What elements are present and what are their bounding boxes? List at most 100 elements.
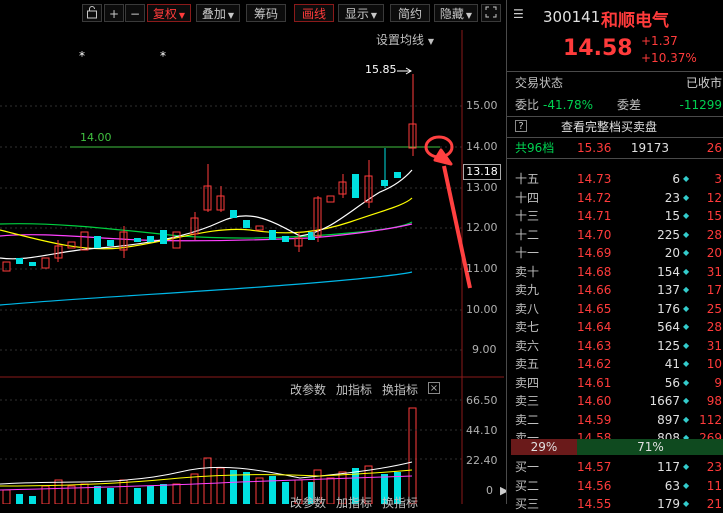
ask-row[interactable]: 卖三 14.60 1667 ◆ 98 <box>507 392 723 410</box>
ask-row-price: 14.68 <box>577 264 612 279</box>
expand-icon[interactable] <box>481 4 501 22</box>
diamond-icon: ◆ <box>683 322 690 331</box>
bid-row[interactable]: 买二 14.56 63 ◆ 11 <box>507 477 723 495</box>
chouma-button[interactable]: 筹码 <box>246 4 286 22</box>
chevron-down-icon: ▼ <box>227 11 235 20</box>
ask-row-volume: 41 <box>664 357 680 371</box>
change-params-button[interactable]: 改参数 <box>290 381 326 398</box>
ask-row-label: 卖九 <box>515 283 540 297</box>
ask-row-volume: 176 <box>657 301 680 316</box>
zoom-in-button[interactable]: + <box>104 4 124 22</box>
switch-indicator-button-2[interactable]: 换指标 <box>382 494 418 511</box>
set-ma-button[interactable]: 设置均线 ▼ <box>376 31 434 48</box>
set-ma-label: 设置均线 <box>376 33 425 47</box>
ask-row[interactable]: 卖七 14.64 564 ◆ 28 <box>507 318 723 336</box>
ask-row-volume: 897 <box>657 412 680 427</box>
close-icon[interactable]: × <box>428 382 440 394</box>
axis-tick: 9.00 <box>472 343 497 356</box>
ask-row-label: 卖十 <box>515 264 540 279</box>
sub-grid-lines <box>0 399 462 431</box>
ask-row-price: 14.66 <box>577 283 612 297</box>
ask-row[interactable]: 卖六 14.63 125 ◆ 31 <box>507 337 723 355</box>
current-price-tag: 13.18 <box>463 164 501 180</box>
status-row: 交易状态 已收市 <box>507 74 723 92</box>
ask-row-label: 十四 <box>515 190 540 205</box>
axis-tick: 14.00 <box>466 140 498 153</box>
axis-tick: 12.00 <box>466 221 498 234</box>
ask-ratio-bar: 71% <box>577 439 723 455</box>
ma-long-line <box>0 271 413 306</box>
fuquan-dropdown[interactable]: 复权 ▼ <box>147 4 191 22</box>
bid-row[interactable]: 买一 14.57 117 ◆ 23 <box>507 458 723 476</box>
weicha-label: 委差 <box>617 98 642 112</box>
ask-row[interactable]: 卖四 14.61 56 ◆ 9 <box>507 374 723 392</box>
add-indicator-button-2[interactable]: 加指标 <box>336 494 372 511</box>
ask-row-price: 14.70 <box>577 227 612 242</box>
ask-row[interactable]: 十三 14.71 15 ◆ 15 <box>507 207 723 225</box>
total-vol: 19173 <box>630 141 669 155</box>
ask-row-price: 14.73 <box>577 172 612 186</box>
full-book-row[interactable]: ? 查看完整档买卖盘 <box>507 118 723 136</box>
ask-row-label: 卖三 <box>515 394 540 408</box>
ask-row[interactable]: 卖十 14.68 154 ◆ 31 <box>507 263 723 281</box>
help-icon[interactable]: ? <box>515 120 527 132</box>
star-marker: * <box>79 49 85 63</box>
ask-row[interactable]: 十五 14.73 6 ◆ 3 <box>507 170 723 188</box>
axis-tick: 10.00 <box>466 303 498 316</box>
ask-row-change: 3 <box>714 172 722 186</box>
full-book-link[interactable]: 查看完整档买卖盘 <box>561 118 657 136</box>
ask-row[interactable]: 十四 14.72 23 ◆ 12 <box>507 189 723 207</box>
jianyue-button[interactable]: 简约 <box>390 4 430 22</box>
huaxian-button[interactable]: 画线 <box>294 4 334 22</box>
diamond-icon: ◆ <box>683 480 690 490</box>
xianshi-dropdown[interactable]: 显示 ▼ <box>338 4 384 22</box>
ask-row-change: 15 <box>706 209 722 223</box>
menu-icon[interactable]: ☰ <box>513 7 524 21</box>
ma-white-line <box>0 169 413 260</box>
candles <box>2 74 417 272</box>
ask-row-price: 14.62 <box>577 357 612 371</box>
change-params-button-2[interactable]: 改参数 <box>290 494 326 511</box>
zoom-out-button[interactable]: − <box>125 4 145 22</box>
stock-name: 和顺电气 <box>601 11 669 31</box>
bid-row-volume: 63 <box>664 478 680 493</box>
ask-row-label: 卖二 <box>515 412 540 427</box>
level-line-label: 14.00 <box>80 131 112 144</box>
add-indicator-button[interactable]: 加指标 <box>336 381 372 398</box>
price-change-pct: +10.37% <box>641 51 697 65</box>
diamond-icon: ◆ <box>683 303 690 313</box>
diamond-icon: ◆ <box>683 248 690 257</box>
ask-row[interactable]: 卖二 14.59 897 ◆ 112 <box>507 411 723 429</box>
diamond-icon: ◆ <box>683 229 690 239</box>
ask-row-volume: 20 <box>664 246 680 260</box>
ask-row-volume: 56 <box>664 375 680 390</box>
ask-row-volume: 137 <box>657 283 680 297</box>
diejia-dropdown[interactable]: 叠加 ▼ <box>196 4 240 22</box>
ask-row-volume: 6 <box>672 172 680 186</box>
ask-row[interactable]: 卖五 14.62 41 ◆ 10 <box>507 355 723 373</box>
ask-row[interactable]: 十一 14.69 20 ◆ 20 <box>507 244 723 262</box>
ask-row-change: 112 <box>699 412 722 427</box>
bid-row-volume: 117 <box>657 460 680 474</box>
ask-row-volume: 125 <box>657 338 680 353</box>
ask-row-price: 14.63 <box>577 338 612 353</box>
total-chg: 26 <box>706 141 722 155</box>
bid-row[interactable]: 买三 14.55 179 ◆ 21 <box>507 495 723 513</box>
ask-row-change: 10 <box>706 357 722 371</box>
ask-row[interactable]: 十二 14.70 225 ◆ 28 <box>507 226 723 244</box>
divider <box>507 71 723 72</box>
main-chart[interactable] <box>0 24 504 504</box>
bid-row-price: 14.57 <box>577 460 612 474</box>
ask-row-label: 十一 <box>515 246 540 260</box>
ask-row-label: 卖七 <box>515 320 540 334</box>
ask-row-price: 14.69 <box>577 246 612 260</box>
switch-indicator-button[interactable]: 换指标 <box>382 381 418 398</box>
lock-icon[interactable] <box>82 4 102 22</box>
ask-row-volume: 225 <box>657 227 680 242</box>
yincang-dropdown[interactable]: 隐藏 ▼ <box>434 4 478 22</box>
divider <box>507 137 723 138</box>
ask-row[interactable]: 卖八 14.65 176 ◆ 25 <box>507 300 723 318</box>
ask-row[interactable]: 卖九 14.66 137 ◆ 17 <box>507 281 723 299</box>
chevron-down-icon: ▼ <box>427 37 434 46</box>
bid-ratio-bar: 29% <box>511 439 577 455</box>
